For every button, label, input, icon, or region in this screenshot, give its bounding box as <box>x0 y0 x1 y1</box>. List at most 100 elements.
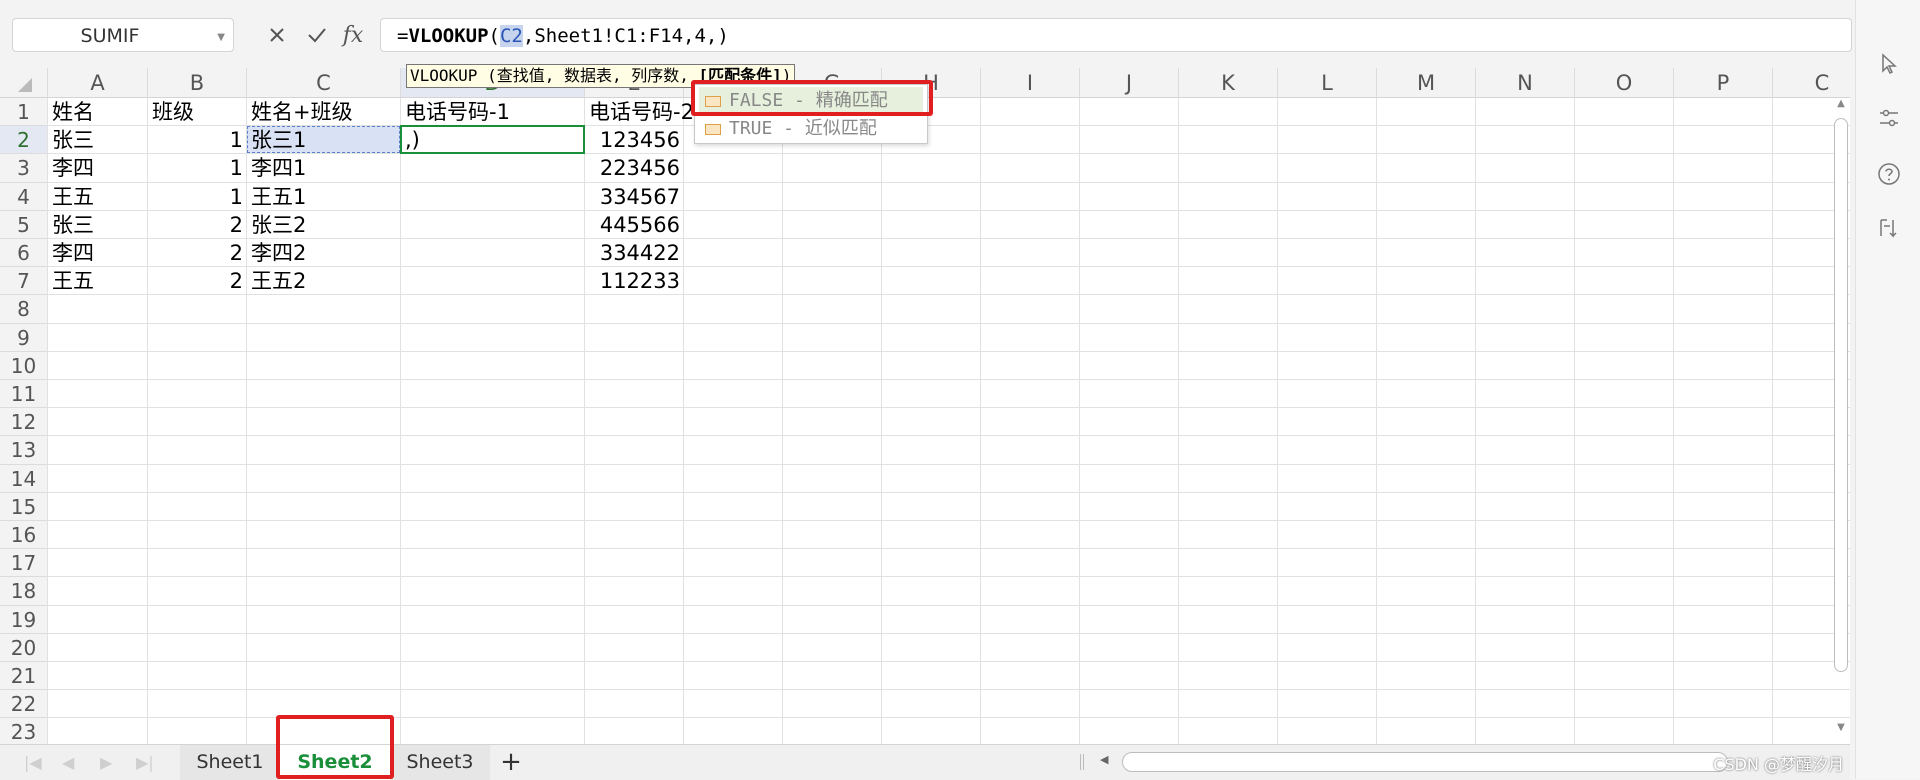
enter-icon[interactable] <box>302 18 332 52</box>
cell-a6[interactable]: 李四 <box>48 239 148 267</box>
column-gridline <box>1475 98 1476 744</box>
select-all-corner[interactable] <box>0 68 48 98</box>
row-gridline <box>48 689 1850 691</box>
cell-b6[interactable]: 2 <box>148 239 247 267</box>
row-header-20[interactable]: 20 <box>0 633 48 662</box>
highlight-box-sheet2 <box>276 715 394 779</box>
cell-b3[interactable]: 1 <box>148 154 247 182</box>
cell-c2[interactable]: 张三1 <box>247 126 401 154</box>
cancel-icon[interactable] <box>262 18 292 52</box>
cell-b5[interactable]: 2 <box>148 211 247 239</box>
chevron-down-icon[interactable]: ▼ <box>217 32 225 43</box>
dropdown-item-true[interactable]: TRUE - 近似匹配 <box>699 115 923 142</box>
sort-icon[interactable] <box>1877 216 1901 240</box>
fx-icon[interactable]: fx <box>338 18 368 52</box>
column-header-k[interactable]: K <box>1179 68 1278 98</box>
first-sheet-icon[interactable]: |◀ <box>24 753 42 772</box>
row-header-11[interactable]: 11 <box>0 380 48 409</box>
cell-a7[interactable]: 王五 <box>48 267 148 295</box>
row-header-16[interactable]: 16 <box>0 521 48 550</box>
row-header-17[interactable]: 17 <box>0 549 48 578</box>
column-gridline <box>1574 98 1575 744</box>
cell-a3[interactable]: 李四 <box>48 154 148 182</box>
scroll-down-icon[interactable]: ▼ <box>1834 722 1848 738</box>
sheet-tab-1[interactable]: Sheet1 <box>180 745 280 780</box>
cell-e3[interactable]: 223456 <box>585 154 684 182</box>
row-header-8[interactable]: 8 <box>0 295 48 324</box>
row-header-14[interactable]: 14 <box>0 464 48 493</box>
add-sheet-button[interactable]: + <box>496 745 526 780</box>
scroll-up-icon[interactable]: ▲ <box>1834 98 1848 114</box>
column-header-a[interactable]: A <box>48 68 148 98</box>
row-header-7[interactable]: 7 <box>0 267 48 296</box>
cell-e6[interactable]: 334422 <box>585 239 684 267</box>
column-header-m[interactable]: M <box>1377 68 1476 98</box>
column-header-l[interactable]: L <box>1278 68 1377 98</box>
sheet-tab-3[interactable]: Sheet3 <box>390 745 490 780</box>
splitter-handle[interactable] <box>1080 754 1084 770</box>
cell-a4[interactable]: 王五 <box>48 183 148 211</box>
row-gridline <box>48 661 1850 662</box>
vertical-scrollbar[interactable] <box>1834 118 1848 672</box>
scroll-left-icon[interactable]: ◀ <box>1100 753 1108 766</box>
cell-a2[interactable]: 张三 <box>48 126 148 154</box>
cell-a5[interactable]: 张三 <box>48 211 148 239</box>
formula-prefix: = <box>397 25 409 47</box>
row-header-22[interactable]: 22 <box>0 690 48 719</box>
spreadsheet-grid[interactable]: ABCDEFGHIJKLMNOPC12345678910111213141516… <box>0 68 1850 744</box>
row-header-12[interactable]: 12 <box>0 408 48 437</box>
row-header-6[interactable]: 6 <box>0 239 48 268</box>
column-header-c[interactable]: C <box>247 68 401 98</box>
cell-c3[interactable]: 李四1 <box>247 154 401 182</box>
column-header-n[interactable]: N <box>1476 68 1575 98</box>
sliders-icon[interactable] <box>1877 106 1901 130</box>
next-sheet-icon[interactable]: ▶ <box>100 753 112 772</box>
name-box-value: SUMIF <box>80 25 140 47</box>
row-header-2[interactable]: 2 <box>0 126 48 155</box>
cell-d1[interactable]: 电话号码-1 <box>401 98 585 126</box>
prev-sheet-icon[interactable]: ◀ <box>62 753 74 772</box>
cell-c4[interactable]: 王五1 <box>247 183 401 211</box>
cursor-icon[interactable] <box>1877 52 1901 76</box>
cell-e7[interactable]: 112233 <box>585 267 684 295</box>
row-header-3[interactable]: 3 <box>0 154 48 183</box>
last-sheet-icon[interactable]: ▶| <box>136 753 154 772</box>
formula-input[interactable]: =VLOOKUP(C2,Sheet1!C1:F14,4,) <box>380 18 1852 52</box>
row-header-1[interactable]: 1 <box>0 98 48 127</box>
cell-b1[interactable]: 班级 <box>148 98 247 126</box>
row-gridline <box>48 435 1850 437</box>
column-header-c[interactable]: C <box>1773 68 1850 98</box>
row-header-9[interactable]: 9 <box>0 323 48 352</box>
horizontal-scrollbar[interactable] <box>1122 752 1728 772</box>
row-header-10[interactable]: 10 <box>0 351 48 380</box>
name-box[interactable]: SUMIF ▼ <box>12 18 234 52</box>
row-header-19[interactable]: 19 <box>0 605 48 634</box>
column-header-b[interactable]: B <box>148 68 247 98</box>
column-header-i[interactable]: I <box>981 68 1080 98</box>
cell-c1[interactable]: 姓名+班级 <box>247 98 401 126</box>
row-header-23[interactable]: 23 <box>0 718 48 744</box>
formula-function: VLOOKUP <box>408 25 489 47</box>
cell-a1[interactable]: 姓名 <box>48 98 148 126</box>
help-icon[interactable] <box>1877 162 1901 186</box>
row-header-15[interactable]: 15 <box>0 492 48 521</box>
cell-b2[interactable]: 1 <box>148 126 247 154</box>
column-gridline <box>1277 98 1278 744</box>
row-header-13[interactable]: 13 <box>0 436 48 465</box>
cell-c7[interactable]: 王五2 <box>247 267 401 295</box>
cell-c5[interactable]: 张三2 <box>247 211 401 239</box>
row-header-21[interactable]: 21 <box>0 662 48 691</box>
cell-c6[interactable]: 李四2 <box>247 239 401 267</box>
cell-e5[interactable]: 445566 <box>585 211 684 239</box>
cell-b7[interactable]: 2 <box>148 267 247 295</box>
cell-e1[interactable]: 电话号码-2 <box>585 98 694 126</box>
row-header-4[interactable]: 4 <box>0 182 48 211</box>
row-header-5[interactable]: 5 <box>0 210 48 239</box>
cell-e4[interactable]: 334567 <box>585 183 684 211</box>
column-header-o[interactable]: O <box>1575 68 1674 98</box>
cell-b4[interactable]: 1 <box>148 183 247 211</box>
cell-e2[interactable]: 123456 <box>585 126 684 154</box>
row-header-18[interactable]: 18 <box>0 577 48 606</box>
column-header-p[interactable]: P <box>1674 68 1773 98</box>
column-header-j[interactable]: J <box>1080 68 1179 98</box>
